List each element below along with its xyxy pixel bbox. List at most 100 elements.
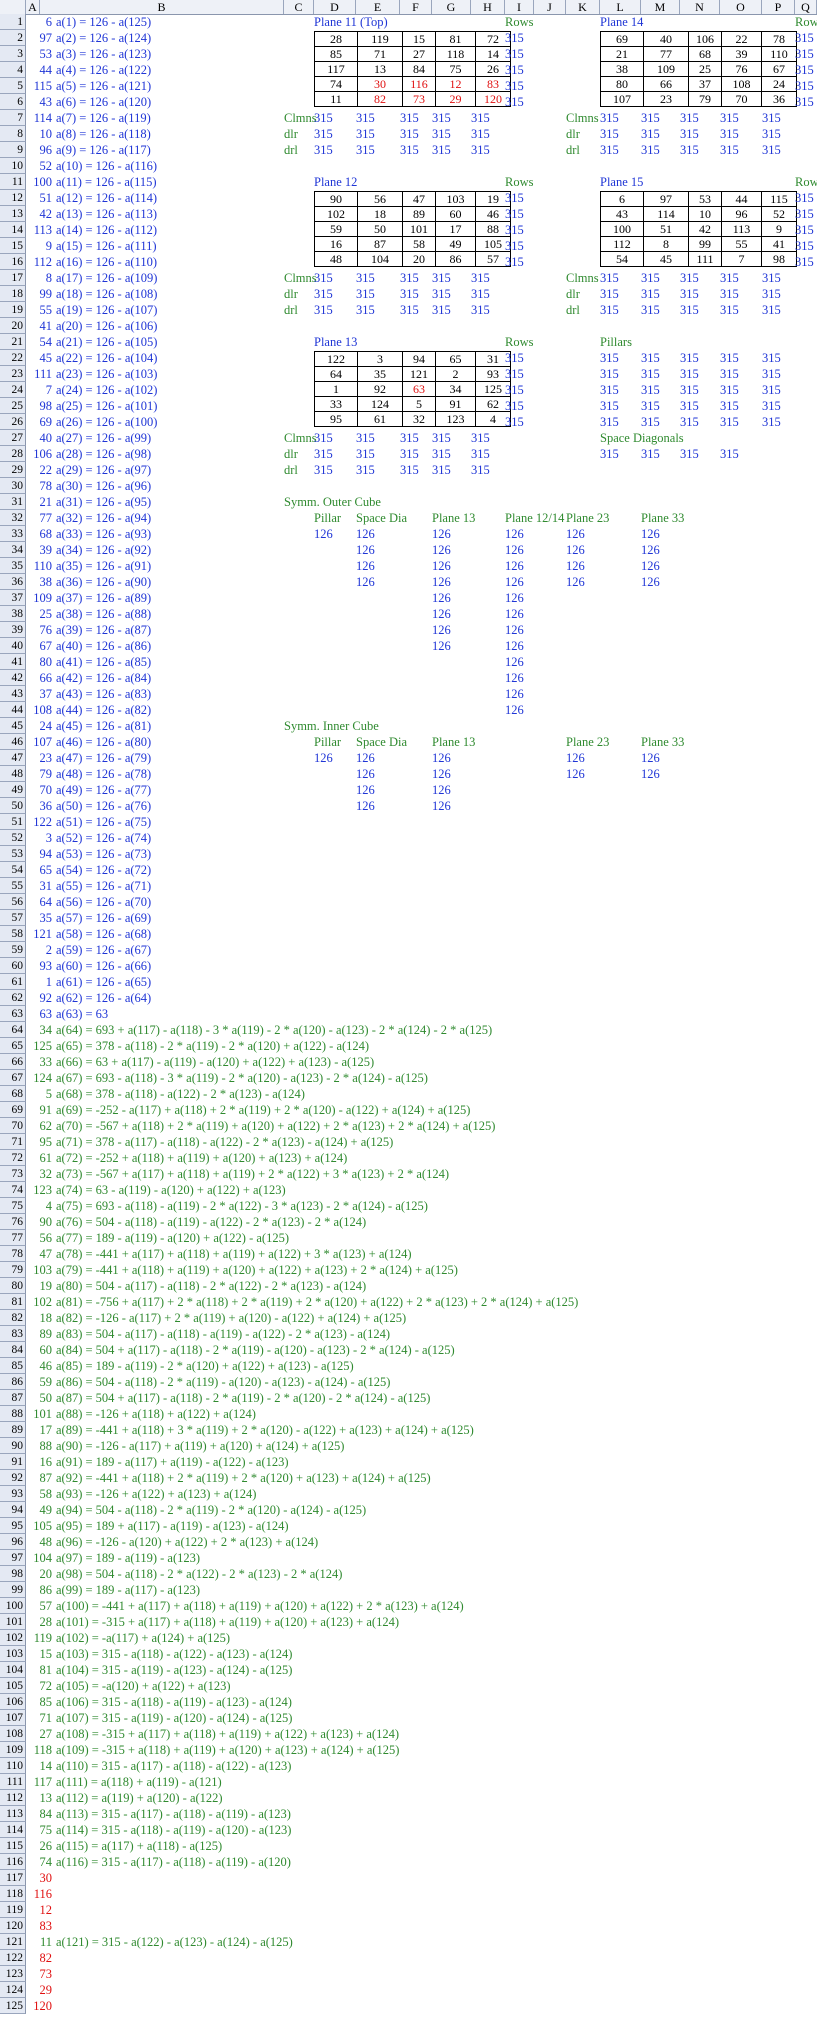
cell-value[interactable]: 10 — [26, 126, 53, 142]
grid-cell[interactable]: 71 — [357, 46, 403, 62]
cell-value[interactable]: 76 — [26, 622, 53, 638]
row-header[interactable]: 89 — [0, 1422, 26, 1438]
cell-value[interactable]: 118 — [26, 1742, 52, 1758]
grid-cell[interactable]: 97 — [643, 191, 689, 207]
row-header[interactable]: 68 — [0, 1086, 26, 1102]
grid-cell[interactable]: 53 — [688, 191, 722, 207]
row-header[interactable]: 92 — [0, 1470, 26, 1486]
cell-value[interactable]: 4 — [26, 1198, 52, 1214]
row-header[interactable]: 91 — [0, 1454, 26, 1470]
row-header[interactable]: 112 — [0, 1790, 26, 1806]
cell-formula[interactable]: a(19) = 126 - a(107) — [56, 302, 157, 318]
grid-cell[interactable]: 40 — [643, 31, 689, 47]
cell-value[interactable]: 81 — [26, 1662, 53, 1678]
cell-formula[interactable]: a(83) = 504 - a(117) - a(118) - a(119) -… — [56, 1326, 390, 1342]
grid-cell[interactable]: 63 — [402, 381, 436, 397]
column-header-k[interactable]: K — [566, 0, 600, 14]
row-header[interactable]: 2 — [0, 30, 26, 46]
row-header[interactable]: 102 — [0, 1630, 26, 1646]
grid-cell[interactable]: 39 — [721, 46, 762, 62]
column-header-n[interactable]: N — [680, 0, 720, 14]
grid-cell[interactable]: 60 — [435, 206, 476, 222]
cell-formula[interactable]: a(44) = 126 - a(82) — [56, 702, 151, 718]
cell-value[interactable]: 56 — [26, 1230, 53, 1246]
cell-value[interactable]: 8 — [26, 270, 52, 286]
grid-cell[interactable]: 94 — [402, 351, 436, 367]
grid-cell[interactable]: 9 — [761, 221, 797, 237]
cell-formula[interactable]: a(8) = 126 - a(118) — [56, 126, 151, 142]
row-header[interactable]: 80 — [0, 1278, 26, 1294]
row-header[interactable]: 61 — [0, 974, 26, 990]
row-header[interactable]: 50 — [0, 798, 26, 814]
cell-value[interactable]: 75 — [26, 1822, 53, 1838]
cell-formula[interactable]: a(60) = 126 - a(66) — [56, 958, 151, 974]
cell-formula[interactable]: a(29) = 126 - a(97) — [56, 462, 151, 478]
column-header-q[interactable]: Q — [795, 0, 817, 14]
grid-cell[interactable]: 20 — [402, 251, 436, 267]
row-header[interactable]: 67 — [0, 1070, 26, 1086]
cell-formula[interactable]: a(99) = 189 - a(117) - a(123) — [56, 1582, 200, 1598]
cell-formula[interactable]: a(2) = 126 - a(124) — [56, 30, 151, 46]
row-header[interactable]: 37 — [0, 590, 26, 606]
grid-cell[interactable]: 95 — [314, 411, 358, 427]
cell-value[interactable]: 38 — [26, 574, 53, 590]
cell-value[interactable]: 6 — [26, 14, 52, 30]
row-header[interactable]: 53 — [0, 846, 26, 862]
grid-cell[interactable]: 118 — [435, 46, 476, 62]
cell-formula[interactable]: a(37) = 126 - a(89) — [56, 590, 151, 606]
grid-cell[interactable]: 79 — [688, 91, 722, 107]
cell-value[interactable]: 77 — [26, 510, 53, 526]
cell-value[interactable]: 22 — [26, 462, 53, 478]
row-header[interactable]: 62 — [0, 990, 26, 1006]
grid-cell[interactable]: 109 — [643, 61, 689, 77]
cell-formula[interactable]: a(84) = 504 + a(117) - a(118) - 2 * a(11… — [56, 1342, 455, 1358]
cell-formula[interactable]: a(109) = -315 + a(118) + a(119) + a(120)… — [56, 1742, 399, 1758]
cell-value[interactable]: 9 — [26, 238, 52, 254]
cell-value[interactable]: 71 — [26, 1710, 53, 1726]
cell-value[interactable]: 30 — [26, 1870, 53, 1886]
cell-value[interactable]: 61 — [26, 1150, 53, 1166]
cell-formula[interactable]: a(70) = -567 + a(118) + 2 * a(119) + a(1… — [56, 1118, 495, 1134]
column-header-o[interactable]: O — [720, 0, 762, 14]
row-header[interactable]: 55 — [0, 878, 26, 894]
cell-formula[interactable]: a(16) = 126 - a(110) — [56, 254, 157, 270]
grid-cell[interactable]: 25 — [688, 61, 722, 77]
cell-formula[interactable]: a(33) = 126 - a(93) — [56, 526, 151, 542]
cell-value[interactable]: 101 — [26, 1406, 52, 1422]
row-header[interactable]: 113 — [0, 1806, 26, 1822]
row-header[interactable]: 22 — [0, 350, 26, 366]
cell-value[interactable]: 119 — [26, 1630, 52, 1646]
row-header[interactable]: 73 — [0, 1166, 26, 1182]
grid-cell[interactable]: 78 — [761, 31, 797, 47]
row-header[interactable]: 17 — [0, 270, 26, 286]
row-header[interactable]: 82 — [0, 1310, 26, 1326]
grid-cell[interactable]: 103 — [435, 191, 476, 207]
cell-formula[interactable]: a(18) = 126 - a(108) — [56, 286, 157, 302]
cell-value[interactable]: 20 — [26, 1566, 53, 1582]
cell-formula[interactable]: a(17) = 126 - a(109) — [56, 270, 157, 286]
cell-value[interactable]: 54 — [26, 334, 53, 350]
cell-formula[interactable]: a(77) = 189 - a(119) - a(120) + a(122) -… — [56, 1230, 289, 1246]
cell-value[interactable]: 17 — [26, 1422, 53, 1438]
cell-value[interactable]: 14 — [26, 1758, 53, 1774]
column-header-f[interactable]: F — [400, 0, 432, 14]
grid-cell[interactable]: 48 — [314, 251, 358, 267]
cell-formula[interactable]: a(61) = 126 - a(65) — [56, 974, 151, 990]
grid-cell[interactable]: 96 — [721, 206, 762, 222]
cell-value[interactable]: 63 — [26, 1006, 53, 1022]
column-header-e[interactable]: E — [356, 0, 400, 14]
grid-cell[interactable]: 21 — [600, 46, 644, 62]
cell-formula[interactable]: a(42) = 126 - a(84) — [56, 670, 151, 686]
cell-formula[interactable]: a(86) = 504 - a(118) - 2 * a(119) - a(12… — [56, 1374, 390, 1390]
grid-cell[interactable]: 104 — [357, 251, 403, 267]
row-header[interactable]: 49 — [0, 782, 26, 798]
row-header[interactable]: 116 — [0, 1854, 26, 1870]
cell-formula[interactable]: a(73) = -567 + a(117) + a(118) + a(119) … — [56, 1166, 449, 1182]
cell-value[interactable]: 115 — [26, 78, 52, 94]
cell-formula[interactable]: a(103) = 315 - a(118) - a(122) - a(123) … — [56, 1646, 292, 1662]
cell-formula[interactable]: a(106) = 315 - a(118) - a(119) - a(123) … — [56, 1694, 292, 1710]
cell-value[interactable]: 29 — [26, 1982, 53, 1998]
cell-formula[interactable]: a(94) = 504 - a(118) - 2 * a(119) - 2 * … — [56, 1502, 366, 1518]
grid-cell[interactable]: 82 — [357, 91, 403, 107]
cell-formula[interactable]: a(35) = 126 - a(91) — [56, 558, 151, 574]
